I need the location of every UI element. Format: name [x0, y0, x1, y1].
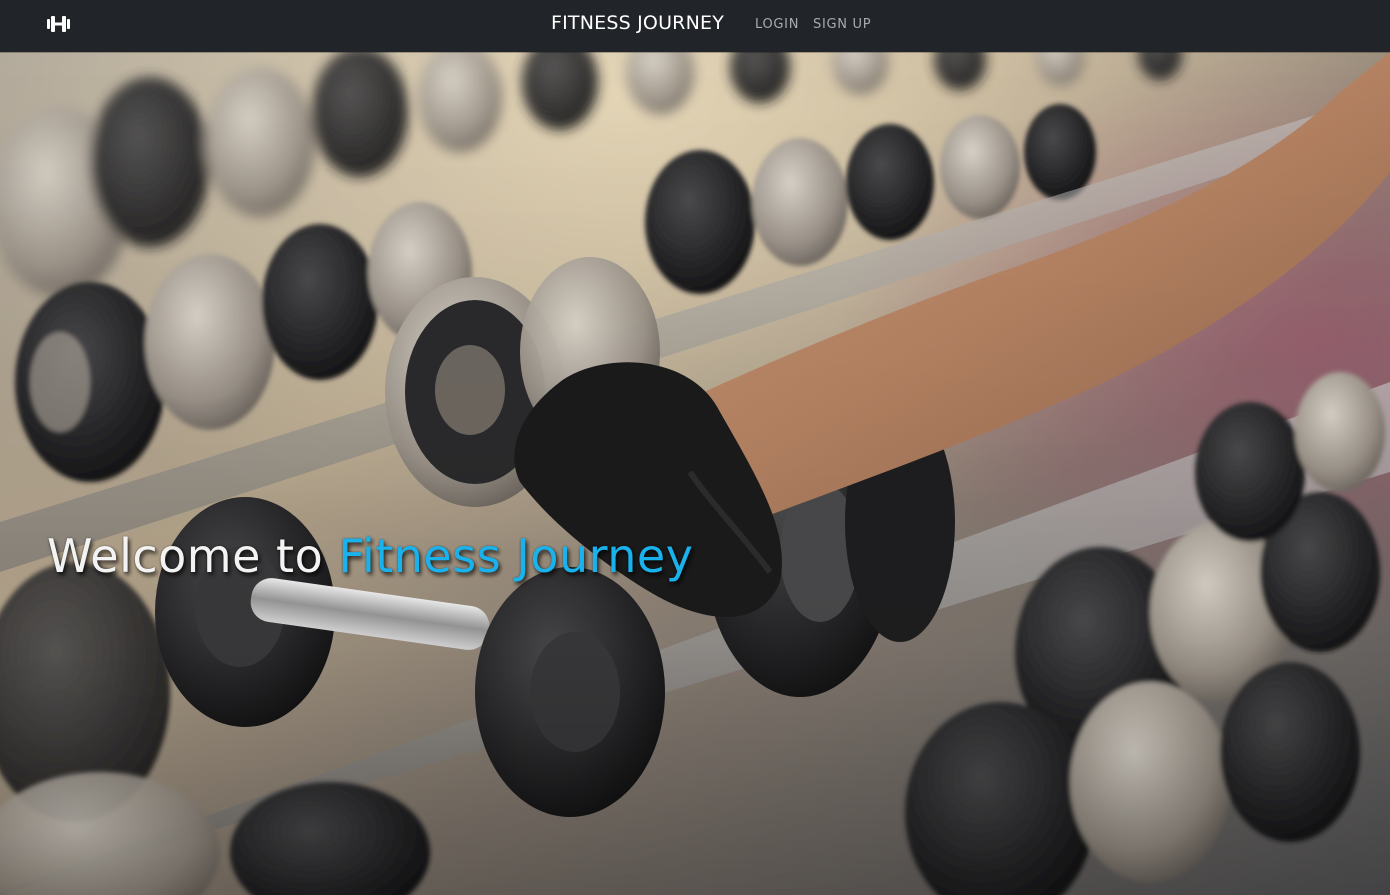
login-link[interactable]: LOGIN [755, 17, 799, 32]
page: FITNESS JOURNEY LOGIN SIGN UP Welcome to… [0, 0, 1390, 895]
top-navbar: FITNESS JOURNEY LOGIN SIGN UP [0, 0, 1390, 52]
hero-headline: Welcome to Fitness Journey [47, 529, 693, 583]
dumbbell-icon[interactable] [45, 13, 73, 35]
headline-prefix: Welcome to [47, 528, 324, 583]
brand-title[interactable]: FITNESS JOURNEY [551, 12, 724, 34]
hero-background-image [0, 52, 1390, 895]
signup-link[interactable]: SIGN UP [813, 17, 871, 32]
headline-accent: Fitness Journey [338, 528, 694, 583]
hero-section: Welcome to Fitness Journey [0, 52, 1390, 895]
